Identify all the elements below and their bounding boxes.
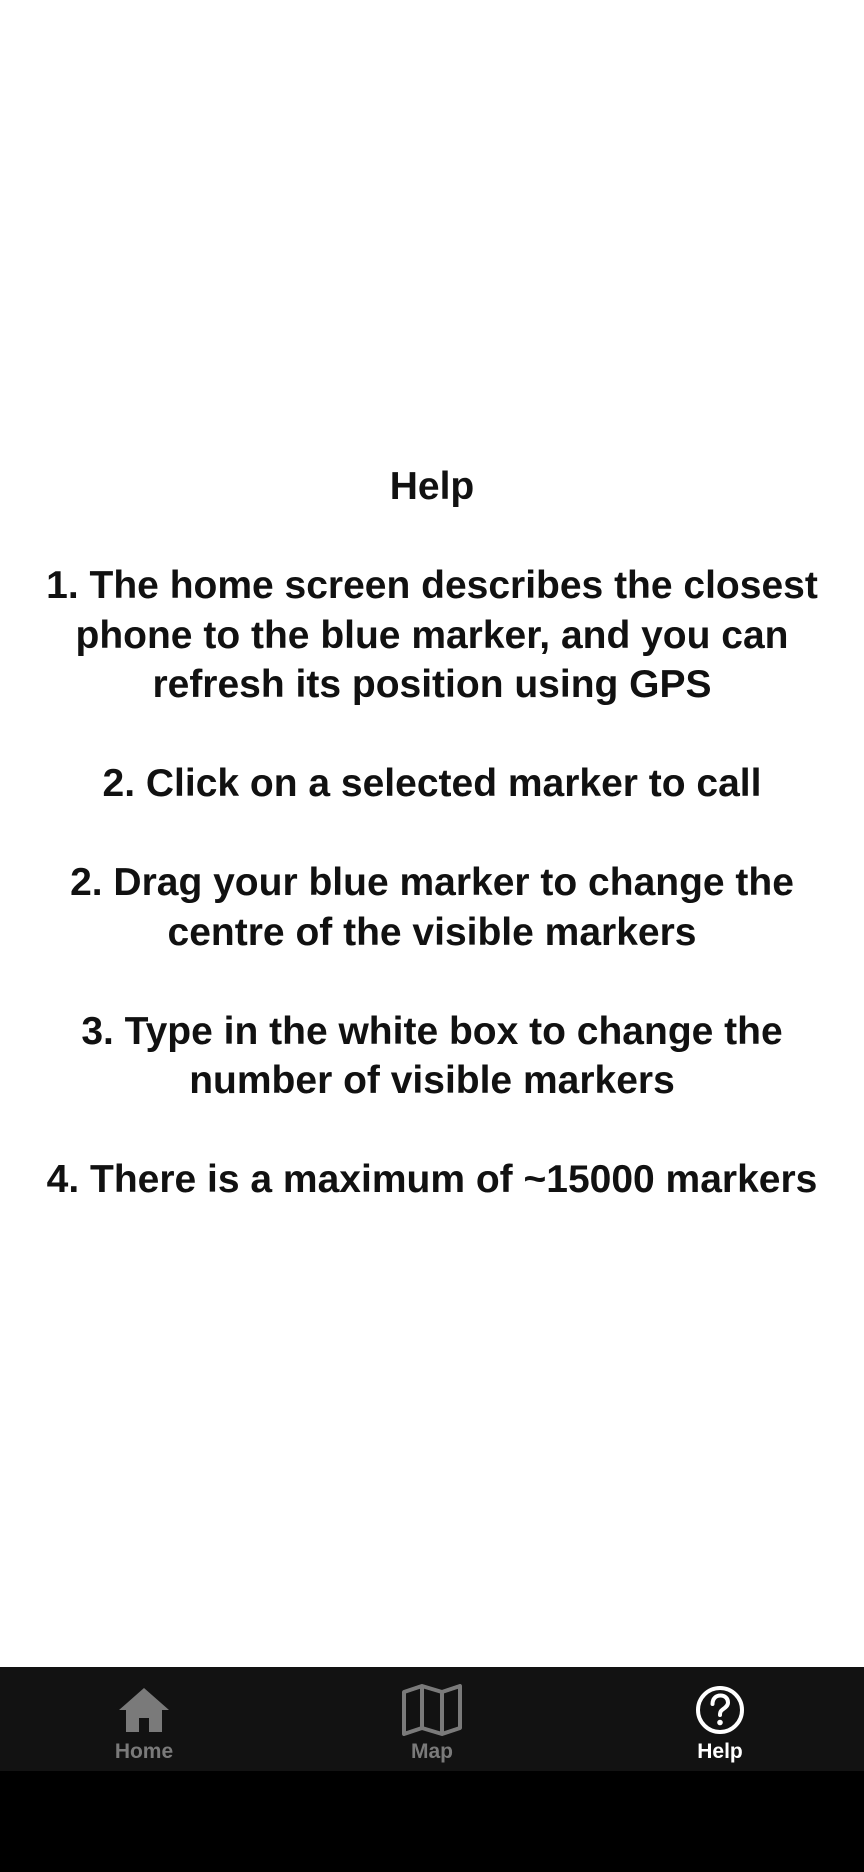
home-icon [119, 1688, 169, 1732]
help-text: Help 1. The home screen describes the cl… [46, 465, 818, 1202]
help-circle-icon [696, 1686, 744, 1734]
bottom-tab-bar: Home Map Help [0, 1667, 864, 1771]
system-navigation-bar [0, 1771, 864, 1872]
tab-map[interactable]: Map [288, 1667, 576, 1771]
tab-help-label: Help [697, 1740, 743, 1763]
help-screen: Help 1. The home screen describes the cl… [0, 0, 864, 1667]
tab-map-label: Map [411, 1740, 453, 1763]
tab-home-label: Home [114, 1740, 174, 1763]
tab-help[interactable]: Help [576, 1667, 864, 1771]
map-icon [402, 1684, 462, 1736]
tab-home[interactable]: Home [0, 1667, 288, 1771]
